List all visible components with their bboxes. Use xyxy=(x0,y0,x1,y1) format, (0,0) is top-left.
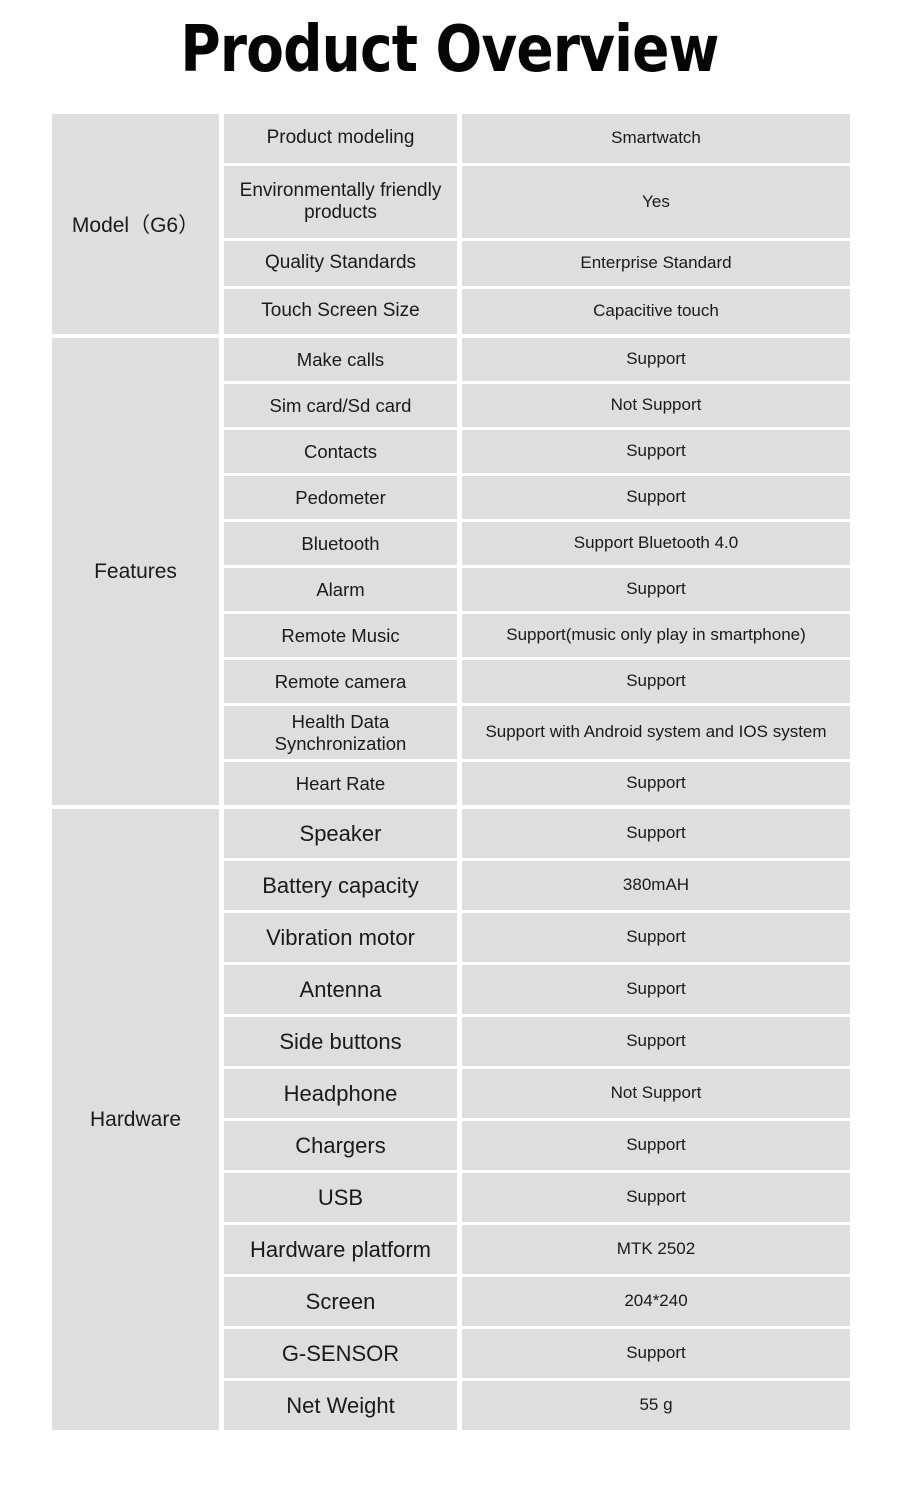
spec-value: Support xyxy=(462,1173,850,1222)
table-row: Vibration motor Support xyxy=(224,913,850,962)
spec-label: Battery capacity xyxy=(224,861,457,910)
spec-label: Make calls xyxy=(224,338,457,381)
spec-value: 380mAH xyxy=(462,861,850,910)
spec-value: Yes xyxy=(462,166,850,238)
spec-value: MTK 2502 xyxy=(462,1225,850,1274)
spec-label: Alarm xyxy=(224,568,457,611)
spec-value: Support Bluetooth 4.0 xyxy=(462,522,850,565)
spec-value: Support xyxy=(462,913,850,962)
table-row: Headphone Not Support xyxy=(224,1069,850,1118)
spec-label: Product modeling xyxy=(224,114,457,163)
table-row: Hardware platform MTK 2502 xyxy=(224,1225,850,1274)
spec-label: G-SENSOR xyxy=(224,1329,457,1378)
table-row: Sim card/Sd card Not Support xyxy=(224,384,850,427)
spec-value: Not Support xyxy=(462,1069,850,1118)
table-row: Contacts Support xyxy=(224,430,850,473)
section-rows-model: Product modeling Smartwatch Environmenta… xyxy=(224,114,850,334)
table-row: Health Data Synchronization Support with… xyxy=(224,706,850,759)
spec-value: Support xyxy=(462,476,850,519)
spec-value: Support xyxy=(462,1017,850,1066)
spec-label: Screen xyxy=(224,1277,457,1326)
section-label-model: Model（G6） xyxy=(52,114,219,334)
section-rows-features: Make calls Support Sim card/Sd card Not … xyxy=(224,338,850,805)
table-row: Environmentally friendly products Yes xyxy=(224,166,850,238)
table-row: USB Support xyxy=(224,1173,850,1222)
table-row: Chargers Support xyxy=(224,1121,850,1170)
spec-label: Side buttons xyxy=(224,1017,457,1066)
spec-label: Touch Screen Size xyxy=(224,289,457,334)
spec-label: USB xyxy=(224,1173,457,1222)
spec-label: Headphone xyxy=(224,1069,457,1118)
table-row: Screen 204*240 xyxy=(224,1277,850,1326)
table-row: Remote Music Support(music only play in … xyxy=(224,614,850,657)
table-row: G-SENSOR Support xyxy=(224,1329,850,1378)
spec-value: Support xyxy=(462,809,850,858)
spec-label: Remote Music xyxy=(224,614,457,657)
spec-value: 204*240 xyxy=(462,1277,850,1326)
spec-label: Heart Rate xyxy=(224,762,457,805)
spec-label: Health Data Synchronization xyxy=(224,706,457,759)
spec-label: Antenna xyxy=(224,965,457,1014)
table-row: Make calls Support xyxy=(224,338,850,381)
spec-value: Support with Android system and IOS syst… xyxy=(462,706,850,759)
spec-label: Contacts xyxy=(224,430,457,473)
section-rows-hardware: Speaker Support Battery capacity 380mAH … xyxy=(224,809,850,1430)
spec-section-hardware: Hardware Speaker Support Battery capacit… xyxy=(52,809,850,1430)
spec-label: Speaker xyxy=(224,809,457,858)
table-row: Heart Rate Support xyxy=(224,762,850,805)
spec-label: Pedometer xyxy=(224,476,457,519)
page-title: Product Overview xyxy=(180,13,719,87)
spec-label: Chargers xyxy=(224,1121,457,1170)
spec-label: Remote camera xyxy=(224,660,457,703)
spec-value: Support xyxy=(462,338,850,381)
spec-value: 55 g xyxy=(462,1381,850,1430)
spec-value: Enterprise Standard xyxy=(462,241,850,286)
spec-value: Not Support xyxy=(462,384,850,427)
table-row: Battery capacity 380mAH xyxy=(224,861,850,910)
section-label-features: Features xyxy=(52,338,219,805)
spec-label: Quality Standards xyxy=(224,241,457,286)
table-row: Touch Screen Size Capacitive touch xyxy=(224,289,850,334)
spec-label: Vibration motor xyxy=(224,913,457,962)
table-row: Product modeling Smartwatch xyxy=(224,114,850,163)
table-row: Alarm Support xyxy=(224,568,850,611)
spec-label: Net Weight xyxy=(224,1381,457,1430)
spec-label: Bluetooth xyxy=(224,522,457,565)
table-row: Remote camera Support xyxy=(224,660,850,703)
product-spec-table: Model（G6） Product modeling Smartwatch En… xyxy=(52,114,850,1430)
table-row: Quality Standards Enterprise Standard xyxy=(224,241,850,286)
spec-label: Sim card/Sd card xyxy=(224,384,457,427)
table-row: Speaker Support xyxy=(224,809,850,858)
spec-label: Environmentally friendly products xyxy=(224,166,457,238)
spec-value: Support xyxy=(462,568,850,611)
spec-value: Support xyxy=(462,660,850,703)
spec-value: Support xyxy=(462,1121,850,1170)
spec-label: Hardware platform xyxy=(224,1225,457,1274)
spec-section-features: Features Make calls Support Sim card/Sd … xyxy=(52,338,850,805)
spec-value: Support xyxy=(462,1329,850,1378)
spec-value: Capacitive touch xyxy=(462,289,850,334)
table-row: Bluetooth Support Bluetooth 4.0 xyxy=(224,522,850,565)
table-row: Antenna Support xyxy=(224,965,850,1014)
table-row: Side buttons Support xyxy=(224,1017,850,1066)
spec-value: Support xyxy=(462,762,850,805)
section-label-hardware: Hardware xyxy=(52,809,219,1430)
spec-value: Support xyxy=(462,965,850,1014)
table-row: Net Weight 55 g xyxy=(224,1381,850,1430)
table-row: Pedometer Support xyxy=(224,476,850,519)
spec-section-model: Model（G6） Product modeling Smartwatch En… xyxy=(52,114,850,334)
spec-value: Support(music only play in smartphone) xyxy=(462,614,850,657)
spec-value: Support xyxy=(462,430,850,473)
spec-value: Smartwatch xyxy=(462,114,850,163)
